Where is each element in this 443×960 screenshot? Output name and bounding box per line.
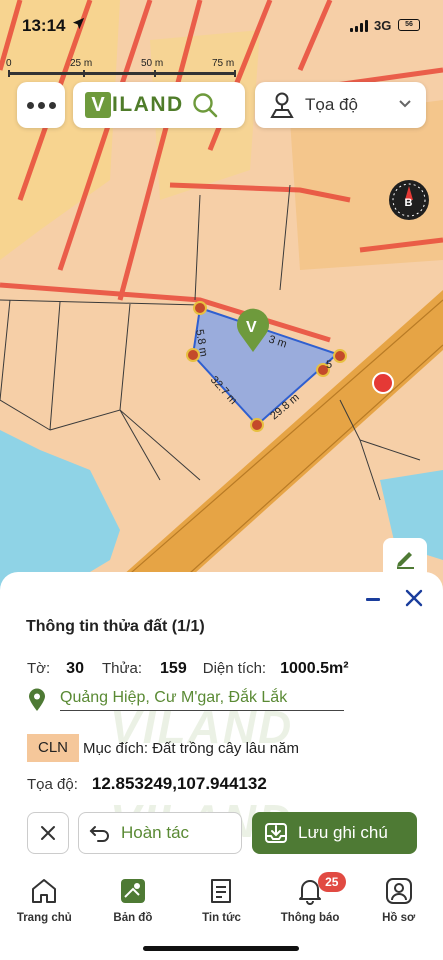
address-row[interactable]: Quảng Hiệp, Cư M'gar, Đắk Lắk bbox=[28, 688, 344, 712]
dot-icon bbox=[26, 101, 34, 109]
search-icon[interactable] bbox=[192, 92, 218, 118]
location-arrow-icon bbox=[72, 17, 85, 33]
dot-icon bbox=[37, 101, 45, 109]
nav-label: Tin tức bbox=[202, 912, 241, 924]
notification-count-badge: 25 bbox=[317, 872, 346, 892]
save-note-label: Lưu ghi chú bbox=[298, 823, 388, 842]
location-pin-icon bbox=[28, 688, 46, 712]
scale-label: 0 bbox=[6, 58, 12, 69]
parcel-value: 159 bbox=[160, 660, 187, 677]
coordinate-value[interactable]: 12.853249,107.944132 bbox=[92, 774, 267, 794]
nav-item-profile[interactable]: Hồ sơ bbox=[354, 868, 443, 960]
coordinate-selector[interactable]: Tọa độ bbox=[255, 82, 426, 128]
parcel-info-panel: VILAND VILAND Thông tin thửa đất (1/1) T… bbox=[0, 572, 443, 960]
parcel-label: Thửa: bbox=[101, 660, 143, 677]
viland-logo: V ILAND bbox=[85, 92, 184, 118]
home-icon bbox=[29, 876, 59, 906]
scale-label: 25 m bbox=[70, 58, 93, 69]
person-pin-icon bbox=[269, 91, 295, 119]
area-value: 1000.5m² bbox=[280, 660, 349, 677]
sheet-label: Tờ: bbox=[27, 660, 51, 677]
search-box[interactable]: V ILAND bbox=[73, 82, 245, 128]
profile-icon bbox=[384, 876, 414, 906]
scale-label: 50 m bbox=[141, 58, 164, 69]
compass-icon[interactable]: B bbox=[389, 180, 429, 220]
logo-text: ILAND bbox=[112, 93, 184, 116]
svg-text:B: B bbox=[405, 197, 413, 209]
area-label: Diện tích: bbox=[202, 660, 267, 677]
svg-text:V: V bbox=[246, 319, 257, 336]
more-menu-button[interactable] bbox=[17, 82, 65, 128]
news-icon bbox=[206, 876, 236, 906]
undo-label: Hoàn tác bbox=[121, 823, 190, 842]
land-use-purpose: Mục đích: Đất trồng cây lâu năm bbox=[83, 740, 299, 757]
close-icon bbox=[40, 825, 56, 841]
dot-icon bbox=[48, 101, 56, 109]
status-bar: 13:14 3G 56 bbox=[0, 14, 443, 38]
nav-label: Hồ sơ bbox=[382, 912, 416, 924]
chevron-down-icon bbox=[398, 96, 412, 115]
status-time: 13:14 bbox=[22, 16, 66, 35]
battery-icon: 56 bbox=[398, 19, 420, 31]
coordinate-label: Tọa độ: bbox=[27, 776, 78, 793]
logo-letter: V bbox=[85, 92, 111, 118]
land-use-code-badge: CLN bbox=[27, 734, 79, 762]
coordinate-row: Tọa độ: 12.853249,107.944132 bbox=[27, 774, 267, 794]
undo-icon bbox=[89, 824, 111, 842]
save-tray-icon bbox=[264, 822, 288, 844]
clear-button[interactable] bbox=[27, 812, 69, 854]
pen-icon bbox=[394, 547, 416, 569]
parcel-summary-row: Tờ: 30 Thửa: 159 Diện tích: 1000.5m² bbox=[27, 660, 349, 678]
minimize-icon[interactable] bbox=[366, 598, 380, 601]
coordinate-selector-value: Tọa độ bbox=[305, 95, 358, 114]
nav-item-home[interactable]: Trang chủ bbox=[0, 868, 89, 960]
edge-label: 5 bbox=[326, 359, 332, 371]
close-panel-icon[interactable] bbox=[404, 588, 424, 613]
save-note-button[interactable]: Lưu ghi chú bbox=[252, 812, 417, 854]
sheet-value: 30 bbox=[66, 660, 84, 677]
cellular-signal-icon bbox=[350, 20, 368, 32]
current-location-pin[interactable] bbox=[372, 372, 394, 394]
address-text: Quảng Hiệp, Cư M'gar, Đắk Lắk bbox=[60, 689, 344, 711]
nav-label: Bản đồ bbox=[113, 912, 153, 924]
map-icon bbox=[118, 876, 148, 906]
home-indicator bbox=[143, 946, 299, 951]
network-type: 3G bbox=[374, 18, 392, 33]
nav-label: Trang chủ bbox=[16, 912, 72, 924]
nav-label: Thông báo bbox=[280, 912, 340, 924]
undo-button[interactable]: Hoàn tác bbox=[78, 812, 242, 854]
panel-title: Thông tin thửa đất (1/1) bbox=[26, 618, 205, 635]
scale-label: 75 m bbox=[212, 58, 235, 69]
